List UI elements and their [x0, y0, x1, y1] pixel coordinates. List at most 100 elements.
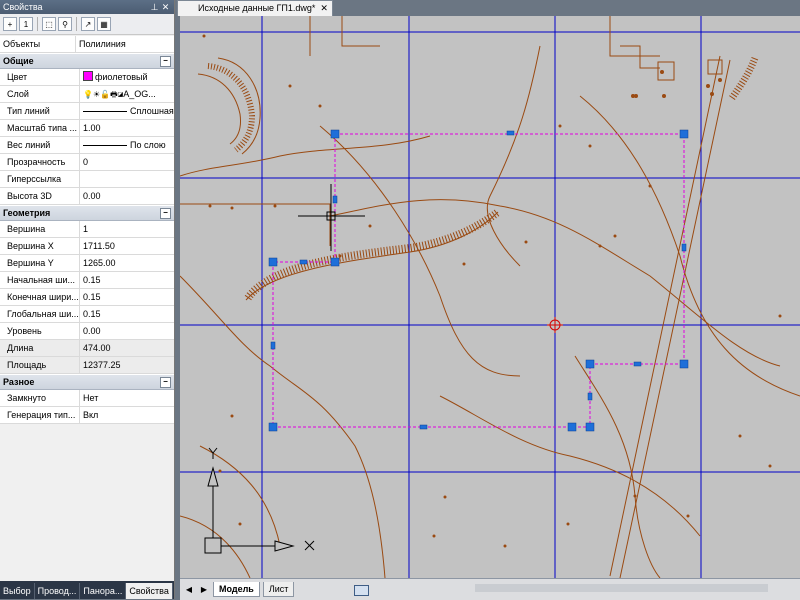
- property-value[interactable]: По слою: [80, 137, 174, 153]
- property-value[interactable]: 1265.00: [80, 255, 174, 271]
- property-row[interactable]: Тип линий Сплошная: [0, 103, 174, 120]
- property-value-text: 0.00: [83, 326, 101, 336]
- collapse-icon[interactable]: −: [160, 376, 171, 388]
- property-row[interactable]: Слой 💡☀🔓🖶◪A_OG...: [0, 86, 174, 103]
- property-row[interactable]: Замкнуто Нет: [0, 390, 174, 407]
- category-header[interactable]: Общие −: [0, 53, 174, 69]
- quick-select-icon[interactable]: +: [3, 17, 17, 31]
- filter-icon[interactable]: ⚲: [58, 17, 72, 31]
- palette-tab[interactable]: Панора...: [80, 583, 127, 599]
- tab-layout[interactable]: Лист: [262, 582, 295, 597]
- property-row[interactable]: Вершина Y 1265.00: [0, 255, 174, 272]
- property-row[interactable]: Генерация тип... Вкл: [0, 407, 174, 424]
- objects-row[interactable]: Объекты Полилиния: [0, 36, 174, 53]
- toolbar-divider: [76, 17, 77, 31]
- select-objects-icon[interactable]: ⬚: [42, 17, 56, 31]
- objects-value[interactable]: Полилиния: [76, 36, 174, 52]
- property-value[interactable]: 1.00: [80, 120, 174, 136]
- property-row[interactable]: Масштаб типа ... 1.00: [0, 120, 174, 137]
- property-value[interactable]: Нет: [80, 390, 174, 406]
- property-value[interactable]: фиолетовый: [80, 69, 174, 85]
- property-row[interactable]: Вершина 1: [0, 221, 174, 238]
- toolbar-divider: [37, 17, 38, 31]
- settings-icon[interactable]: ▦: [97, 17, 111, 31]
- palette-titlebar[interactable]: Свойства ⊥ ✕: [0, 0, 174, 14]
- export-icon[interactable]: ↗: [81, 17, 95, 31]
- category-header[interactable]: Геометрия −: [0, 205, 174, 221]
- property-label: Вес линий: [0, 137, 80, 153]
- horizontal-scrollbar[interactable]: [475, 584, 768, 592]
- palette-title: Свойства: [3, 2, 43, 12]
- property-row[interactable]: Вершина X 1711.50: [0, 238, 174, 255]
- property-value-text: 1.00: [83, 123, 101, 133]
- property-value-text: 12377.25: [83, 360, 121, 370]
- property-value: 474.00: [80, 340, 174, 356]
- tab-prev-icon[interactable]: ◀: [183, 584, 195, 596]
- survey-points: [202, 34, 782, 548]
- property-value[interactable]: 0.15: [80, 289, 174, 305]
- property-value[interactable]: 0.15: [80, 306, 174, 322]
- property-value-text: 474.00: [83, 343, 111, 353]
- layout-tab-bar: ◀ ▶ Модель Лист: [180, 578, 800, 600]
- property-value[interactable]: [80, 171, 174, 187]
- property-row[interactable]: Глобальная ши... 0.15: [0, 306, 174, 323]
- property-row[interactable]: Высота 3D 0.00: [0, 188, 174, 205]
- property-label: Замкнуто: [0, 390, 80, 406]
- palette-tab[interactable]: Провод...: [35, 583, 81, 599]
- property-label: Прозрачность: [0, 154, 80, 170]
- close-icon[interactable]: ✕: [320, 1, 328, 16]
- property-row[interactable]: Площадь 12377.25: [0, 357, 174, 374]
- property-label: Слой: [0, 86, 80, 102]
- collapse-icon[interactable]: −: [160, 55, 171, 67]
- palette-tab[interactable]: Свойства: [126, 583, 173, 599]
- property-value-text: Нет: [83, 393, 99, 403]
- property-label: Вершина: [0, 221, 80, 237]
- property-row[interactable]: Уровень 0.00: [0, 323, 174, 340]
- property-value-text: 0.15: [83, 292, 101, 302]
- palette-tab[interactable]: Выбор: [0, 583, 35, 599]
- property-value-text: фиолетовый: [95, 72, 148, 82]
- property-label: Вершина Y: [0, 255, 80, 271]
- property-row[interactable]: Гиперссылка: [0, 171, 174, 188]
- property-value[interactable]: 0.00: [80, 188, 174, 204]
- properties-palette: Свойства ⊥ ✕ + 1 ⬚ ⚲ ↗ ▦ Объекты Полилин…: [0, 0, 175, 599]
- document-tab-label: Исходные данные ГП1.dwg*: [198, 3, 316, 13]
- property-value-text: 0.15: [83, 275, 101, 285]
- property-row[interactable]: Начальная ши... 0.15: [0, 272, 174, 289]
- property-value[interactable]: 💡☀🔓🖶◪A_OG...: [80, 86, 174, 102]
- property-row[interactable]: Вес линий По слою: [0, 137, 174, 154]
- property-row[interactable]: Длина 474.00: [0, 340, 174, 357]
- property-label: Высота 3D: [0, 188, 80, 204]
- property-value[interactable]: 0.00: [80, 323, 174, 339]
- scrollbar-thumb[interactable]: [354, 585, 369, 596]
- property-value[interactable]: 0.15: [80, 272, 174, 288]
- property-value[interactable]: 1711.50: [80, 238, 174, 254]
- property-value[interactable]: Вкл: [80, 407, 174, 423]
- property-value[interactable]: 0: [80, 154, 174, 170]
- property-row[interactable]: Цвет фиолетовый: [0, 69, 174, 86]
- tab-next-icon[interactable]: ▶: [198, 584, 210, 596]
- pin-icon[interactable]: ⊥: [149, 2, 160, 13]
- grips[interactable]: [268, 129, 689, 432]
- close-icon[interactable]: ✕: [160, 2, 171, 13]
- property-row[interactable]: Конечная шири... 0.15: [0, 289, 174, 306]
- property-value-text: Сплошная: [130, 106, 174, 116]
- property-value[interactable]: Сплошная: [80, 103, 174, 119]
- collapse-icon[interactable]: −: [160, 207, 171, 219]
- property-grid: Объекты Полилиния Общие − Цвет фиолетовый Сл…: [0, 36, 174, 424]
- drawing-canvas[interactable]: [180, 16, 800, 578]
- category-header[interactable]: Разное −: [0, 374, 174, 390]
- property-label: Глобальная ши...: [0, 306, 80, 322]
- drawing-svg[interactable]: [180, 16, 800, 578]
- property-label: Цвет: [0, 69, 80, 85]
- property-row[interactable]: Прозрачность 0: [0, 154, 174, 171]
- property-value[interactable]: 1: [80, 221, 174, 237]
- property-value-text: A_OG...: [123, 89, 156, 99]
- document-tab[interactable]: Исходные данные ГП1.dwg* ✕: [177, 0, 333, 16]
- property-value: 12377.25: [80, 357, 174, 373]
- tab-model[interactable]: Модель: [213, 582, 260, 597]
- property-value-text: 0.15: [83, 309, 101, 319]
- category-title: Разное: [3, 377, 35, 387]
- property-value-text: Вкл: [83, 410, 99, 420]
- toggle-pickadd-icon[interactable]: 1: [19, 17, 33, 31]
